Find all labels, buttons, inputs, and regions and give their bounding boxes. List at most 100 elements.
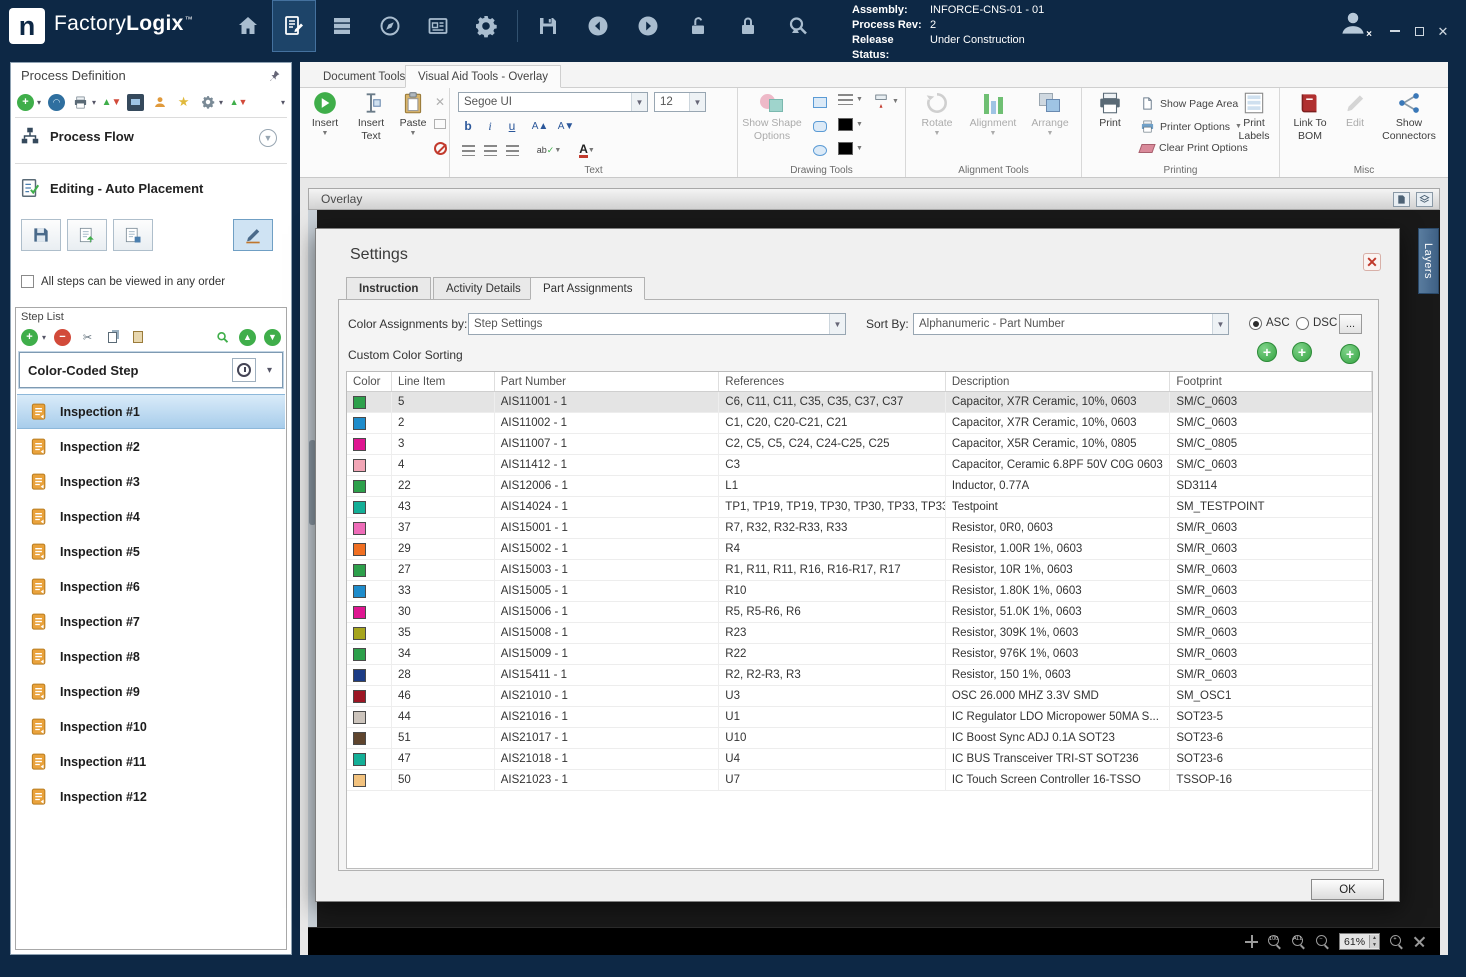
- step-item[interactable]: Inspection #6: [17, 569, 285, 604]
- table-row[interactable]: 50 AIS21023 - 1 U7 IC Touch Screen Contr…: [347, 770, 1372, 791]
- move-down-icon[interactable]: ▼: [264, 328, 281, 346]
- move-up-icon[interactable]: ▲: [239, 328, 256, 346]
- print-labels-button[interactable]: Print Labels: [1232, 90, 1276, 142]
- timer-button[interactable]: [232, 358, 256, 382]
- table-row[interactable]: 29 AIS15002 - 1 R4 Resistor, 1.00R 1%, 0…: [347, 539, 1372, 560]
- save-step-button[interactable]: [21, 219, 61, 251]
- transfer-icon[interactable]: ▲ ▼: [102, 94, 122, 111]
- chevron-down-icon[interactable]: ▾: [267, 365, 272, 376]
- row-color-swatch[interactable]: [353, 521, 366, 535]
- col-part-number[interactable]: Part Number: [495, 372, 720, 391]
- zoom-out-icon[interactable]: −: [1315, 934, 1330, 949]
- page-view-icon[interactable]: [1393, 191, 1410, 207]
- import-button[interactable]: [67, 219, 107, 251]
- ok-button[interactable]: OK: [1311, 879, 1384, 900]
- remove-step-icon[interactable]: −: [54, 328, 72, 346]
- tab-document-tools[interactable]: Document Tools: [310, 65, 418, 88]
- add-icon[interactable]: +: [17, 93, 34, 111]
- table-row[interactable]: 37 AIS15001 - 1 R7, R32, R32-R33, R33 Re…: [347, 518, 1372, 539]
- row-color-swatch[interactable]: [353, 731, 366, 745]
- paste-button[interactable]: Paste ▼: [396, 90, 430, 138]
- col-references[interactable]: References: [719, 372, 946, 391]
- step-item[interactable]: Inspection #1: [17, 394, 285, 429]
- grow-font-button[interactable]: A▲: [530, 116, 550, 136]
- tab-part-assignments[interactable]: Part Assignments: [530, 277, 646, 300]
- web-icon[interactable]: ◠: [48, 93, 66, 111]
- process-flow-item[interactable]: Process Flow: [19, 125, 134, 147]
- step-item[interactable]: Inspection #8: [17, 639, 285, 674]
- italic-button[interactable]: i: [480, 116, 500, 136]
- row-color-swatch[interactable]: [353, 416, 366, 430]
- show-connectors-button[interactable]: Show Connectors: [1376, 90, 1442, 142]
- table-row[interactable]: 35 AIS15008 - 1 R23 Resistor, 309K 1%, 0…: [347, 623, 1372, 644]
- layers-tab[interactable]: Layers: [1418, 228, 1439, 294]
- row-color-swatch[interactable]: [353, 395, 366, 409]
- step-item[interactable]: Inspection #2: [17, 429, 285, 464]
- print-button[interactable]: Print: [1088, 90, 1132, 129]
- tab-visual-aid-tools[interactable]: Visual Aid Tools - Overlay: [405, 65, 561, 88]
- table-row[interactable]: 44 AIS21016 - 1 U1 IC Regulator LDO Micr…: [347, 707, 1372, 728]
- row-color-swatch[interactable]: [353, 752, 366, 766]
- table-row[interactable]: 28 AIS15411 - 1 R2, R2-R3, R3 Resistor, …: [347, 665, 1372, 686]
- row-color-swatch[interactable]: [353, 668, 366, 682]
- paste-icon[interactable]: [129, 329, 146, 346]
- more-options-button[interactable]: ...: [1339, 314, 1362, 334]
- insert-text-button[interactable]: Insert Text: [350, 90, 392, 142]
- font-size-combo[interactable]: 12 ▼: [654, 92, 706, 112]
- process-search-icon[interactable]: [776, 0, 820, 52]
- bold-button[interactable]: b: [458, 116, 478, 136]
- row-color-swatch[interactable]: [353, 437, 366, 451]
- cut-icon[interactable]: ✂: [79, 329, 96, 346]
- align-right-button[interactable]: [502, 140, 522, 160]
- unlock-icon[interactable]: [676, 0, 720, 52]
- home-icon[interactable]: [226, 0, 270, 52]
- row-color-swatch[interactable]: [353, 500, 366, 514]
- order-checkbox[interactable]: [21, 275, 34, 288]
- row-color-swatch[interactable]: [353, 563, 366, 577]
- insert-button[interactable]: Insert ▼: [304, 90, 346, 138]
- row-color-swatch[interactable]: [353, 773, 366, 787]
- zoom-in-icon[interactable]: +: [1389, 934, 1404, 949]
- back-icon[interactable]: [576, 0, 620, 52]
- underline-tool-icon[interactable]: [430, 114, 450, 134]
- line-color-dropdown[interactable]: ▼: [838, 142, 863, 155]
- news-icon[interactable]: [416, 0, 460, 52]
- spellcheck-button[interactable]: ab ✓ ▼: [532, 140, 566, 160]
- show-shape-options-button[interactable]: Show Shape Options: [742, 90, 802, 142]
- format-painter-dropdown[interactable]: ▼: [872, 92, 899, 110]
- rotate-button[interactable]: Rotate ▼: [914, 90, 960, 138]
- maximize-button[interactable]: [1408, 22, 1430, 40]
- add-color-button[interactable]: +: [1257, 342, 1277, 362]
- row-color-swatch[interactable]: [353, 647, 366, 661]
- table-row[interactable]: 46 AIS21010 - 1 U3 OSC 26.000 MHZ 3.3V S…: [347, 686, 1372, 707]
- close-button[interactable]: ✕: [1432, 22, 1454, 40]
- navigation-compass-icon[interactable]: [368, 0, 412, 52]
- shrink-font-button[interactable]: A▼: [556, 116, 576, 136]
- add-step-icon[interactable]: +: [21, 328, 38, 346]
- pan-icon[interactable]: [1245, 935, 1259, 948]
- step-item[interactable]: Inspection #12: [17, 779, 285, 814]
- step-item[interactable]: Inspection #7: [17, 604, 285, 639]
- favorite-icon[interactable]: ★: [175, 94, 192, 111]
- font-name-combo[interactable]: Segoe UI ▼: [458, 92, 648, 112]
- line-style-dropdown[interactable]: ▼: [838, 94, 863, 105]
- row-color-swatch[interactable]: [353, 689, 366, 703]
- col-line-item[interactable]: Line Item: [392, 372, 495, 391]
- row-color-swatch[interactable]: [353, 710, 366, 724]
- user-account-icon[interactable]: ×: [1338, 8, 1374, 44]
- table-row[interactable]: 43 AIS14024 - 1 TP1, TP19, TP19, TP30, T…: [347, 497, 1372, 518]
- tools-icon[interactable]: [199, 94, 216, 111]
- rectangle-shape-button[interactable]: [808, 92, 832, 112]
- edit-button[interactable]: Edit: [1338, 90, 1372, 129]
- step-item[interactable]: Inspection #9: [17, 674, 285, 709]
- zoom-spinner[interactable]: ▲ ▼: [1369, 935, 1379, 948]
- row-color-swatch[interactable]: [353, 605, 366, 619]
- printer-options-button[interactable]: Printer Options ▼: [1140, 119, 1242, 134]
- layers-view-icon[interactable]: [1416, 191, 1433, 207]
- settings-gear-icon[interactable]: [464, 0, 508, 52]
- align-left-button[interactable]: [458, 140, 478, 160]
- step-item[interactable]: Inspection #4: [17, 499, 285, 534]
- pin-icon[interactable]: [268, 69, 281, 85]
- user-logout-x-icon[interactable]: ×: [1366, 30, 1372, 40]
- step-item[interactable]: Inspection #5: [17, 534, 285, 569]
